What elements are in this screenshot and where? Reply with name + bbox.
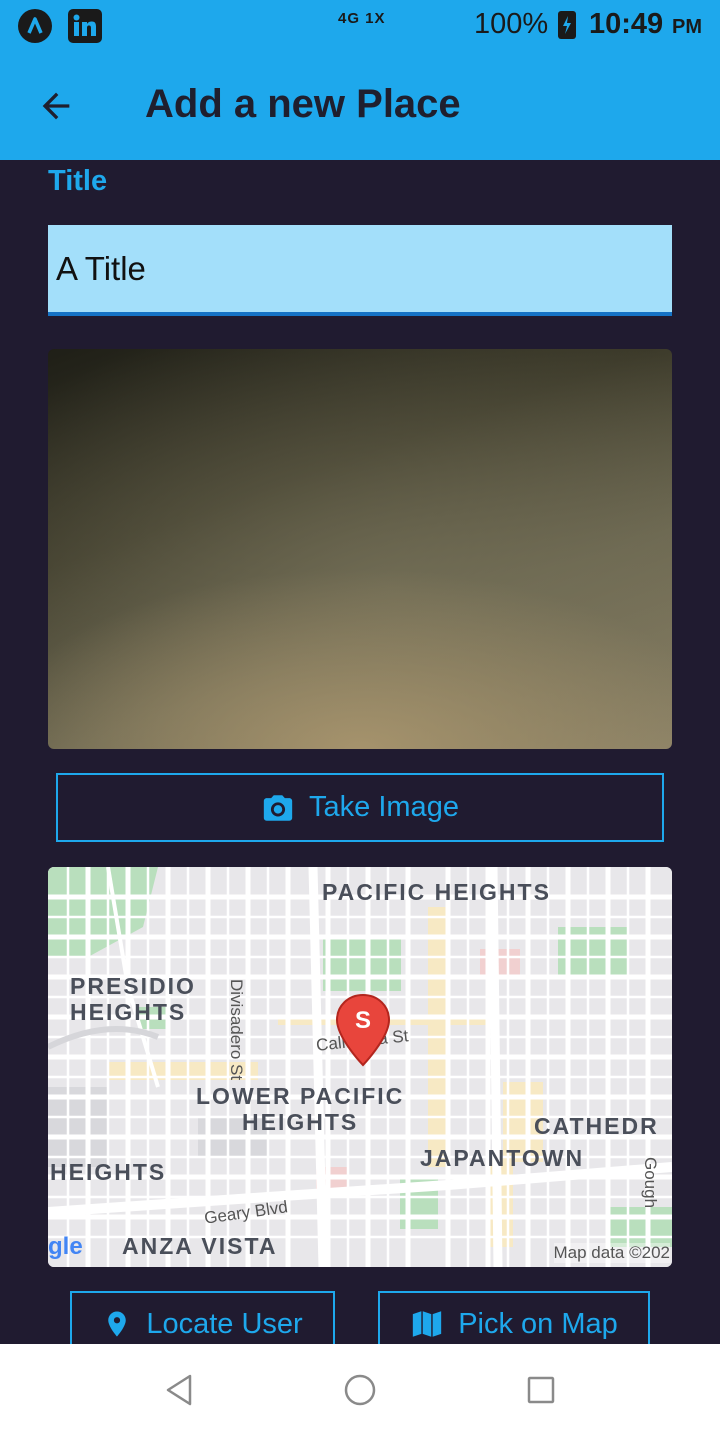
app-bar: Add a new Place bbox=[0, 52, 720, 160]
battery-percentage: 100% bbox=[474, 8, 549, 40]
map-label-heights: HEIGHTS bbox=[50, 1159, 167, 1185]
map-icon bbox=[413, 1311, 442, 1337]
network-indicator: 4G 1X bbox=[338, 10, 386, 27]
map-tiles bbox=[48, 867, 672, 1267]
nav-home-icon[interactable] bbox=[343, 1373, 377, 1412]
linkedin-icon bbox=[68, 9, 102, 43]
pick-on-map-label: Pick on Map bbox=[458, 1307, 618, 1340]
app-a-icon bbox=[18, 9, 52, 43]
map-label-lower-pacific-heights: LOWER PACIFIC HEIGHTS bbox=[196, 1083, 405, 1135]
camera-icon bbox=[263, 794, 293, 821]
map-label-cathedral: CATHEDR bbox=[534, 1113, 659, 1139]
nav-back-icon[interactable] bbox=[162, 1372, 198, 1413]
locate-user-label: Locate User bbox=[146, 1307, 303, 1340]
clock: 10:49 bbox=[589, 8, 664, 40]
arrow-back-icon bbox=[42, 92, 70, 120]
street-gough: Gough bbox=[641, 1157, 660, 1209]
title-field-label: Title bbox=[48, 165, 108, 197]
map-label-japantown: JAPANTOWN bbox=[420, 1145, 585, 1171]
page-title: Add a new Place bbox=[145, 82, 461, 126]
captured-image-preview bbox=[48, 349, 672, 749]
map-label-anza-vista: ANZA VISTA bbox=[122, 1233, 278, 1259]
map-marker-letter: S bbox=[355, 1007, 371, 1034]
system-nav-bar bbox=[0, 1344, 720, 1440]
map-label-presidio-heights: PRESIDIO HEIGHTS bbox=[70, 973, 196, 1025]
map-label-pacific-heights: PACIFIC HEIGHTS bbox=[322, 879, 551, 905]
location-pin-icon bbox=[108, 1311, 127, 1337]
take-image-button[interactable]: Take Image bbox=[56, 773, 664, 842]
nav-recents-icon[interactable] bbox=[525, 1374, 557, 1411]
title-input[interactable] bbox=[48, 225, 672, 316]
street-divisadero: Divisadero St bbox=[227, 979, 246, 1081]
google-logo: gle bbox=[48, 1233, 83, 1260]
take-image-label: Take Image bbox=[309, 791, 459, 823]
back-button[interactable] bbox=[30, 82, 82, 130]
clock-ampm: PM bbox=[672, 16, 702, 38]
map-preview: PACIFIC HEIGHTS PRESIDIO HEIGHTS LOWER P… bbox=[48, 867, 672, 1267]
battery-icon bbox=[558, 11, 576, 39]
map-credit: Map data ©202 bbox=[553, 1243, 670, 1263]
status-bar: 4G 1X 100% 10:49 PM bbox=[0, 0, 720, 52]
